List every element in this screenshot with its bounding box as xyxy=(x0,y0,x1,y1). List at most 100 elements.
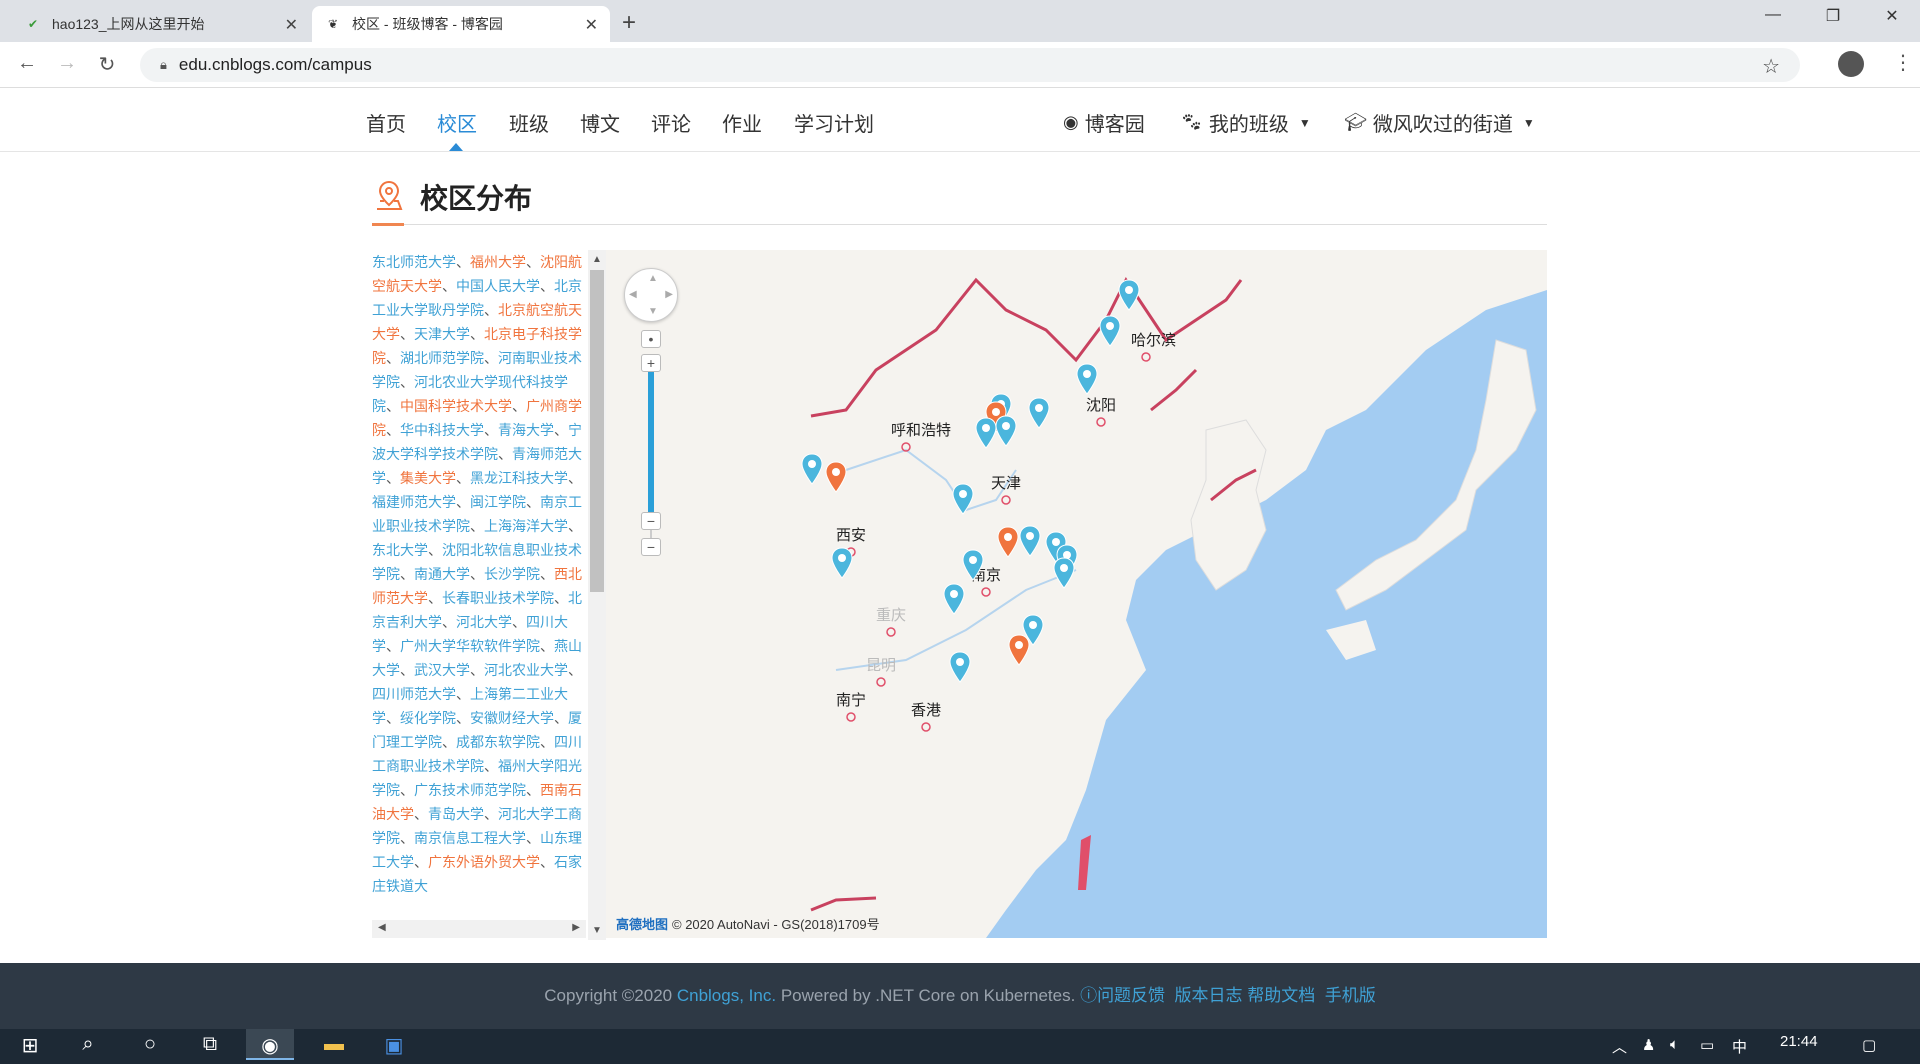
school-link[interactable]: 绥化学院 xyxy=(400,710,456,726)
map-pin-orange[interactable] xyxy=(825,461,847,493)
tab-hao123[interactable]: ✔ hao123_上网从这里开始 ✕ xyxy=(12,6,310,42)
school-link[interactable]: 广东技术师范学院 xyxy=(414,782,526,798)
school-link[interactable]: 安徽财经大学 xyxy=(470,710,554,726)
search-icon[interactable]: ⌕ xyxy=(64,1033,112,1056)
map-pin-blue[interactable] xyxy=(1118,279,1140,311)
school-link[interactable]: 东北大学 xyxy=(372,542,428,558)
nav-campus[interactable]: 校区 xyxy=(437,108,477,137)
map-pin-orange[interactable] xyxy=(1008,634,1030,666)
school-link[interactable]: 东北师范大学 xyxy=(372,254,456,270)
nav-my-class[interactable]: 🐾︎ 我的班级 ▼ xyxy=(1180,108,1311,137)
campus-map[interactable]: 哈尔滨 沈阳 呼和浩特 天津 西安 南京 南宁 香港 重庆 昆明 ▲ ▼ ◀ ▶ • + − − … xyxy=(606,250,1547,938)
bookmark-star-icon[interactable]: ☆ xyxy=(1762,54,1780,79)
nav-home[interactable]: 首页 xyxy=(366,108,406,137)
chrome-icon[interactable]: ◉ xyxy=(246,1029,294,1060)
cortana-icon[interactable]: ○ xyxy=(126,1033,174,1056)
school-list-hscrollbar[interactable]: ◀ ▶ xyxy=(372,920,586,938)
school-link[interactable]: 武汉大学 xyxy=(414,662,470,678)
windows-start-icon[interactable]: ⊞ xyxy=(6,1033,54,1058)
nav-homework[interactable]: 作业 xyxy=(722,108,762,137)
pan-right-icon[interactable]: ▶ xyxy=(665,289,673,300)
menu-kebab-icon[interactable]: ⋮ xyxy=(1893,50,1913,75)
forward-icon[interactable]: → xyxy=(52,52,82,75)
map-pin-blue[interactable] xyxy=(1099,315,1121,347)
footer-help-link[interactable]: 帮助文档 xyxy=(1247,986,1315,1005)
nav-study-plan[interactable]: 学习计划 xyxy=(794,108,874,137)
map-pan-control[interactable]: ▲ ▼ ◀ ▶ xyxy=(624,268,678,322)
pan-down-icon[interactable]: ▼ xyxy=(648,306,658,317)
map-pin-blue[interactable] xyxy=(831,547,853,579)
school-link[interactable]: 黑龙江科技大学 xyxy=(470,470,568,486)
tray-up-icon[interactable]: ︿ xyxy=(1612,1036,1627,1057)
ime-indicator[interactable]: 中 xyxy=(1732,1036,1747,1057)
school-link[interactable]: 广东外语外贸大学 xyxy=(428,854,540,870)
zoom-in-button[interactable]: + xyxy=(641,354,661,372)
nav-user[interactable]: 🎓︎ 微风吹过的街道 ▼ xyxy=(1344,108,1535,137)
map-pin-blue[interactable] xyxy=(949,651,971,683)
map-pin-blue[interactable] xyxy=(1019,525,1041,557)
school-link[interactable]: 南通大学 xyxy=(414,566,470,582)
school-link[interactable]: 长春职业技术学院 xyxy=(442,590,554,606)
back-icon[interactable]: ← xyxy=(12,52,42,75)
school-link[interactable]: 集美大学 xyxy=(400,470,456,486)
school-link[interactable]: 中国科学技术大学 xyxy=(400,398,512,414)
window-close-icon[interactable]: ✕ xyxy=(1872,6,1912,26)
battery-icon[interactable]: ▭ xyxy=(1700,1036,1714,1054)
footer-changelog-link[interactable]: 版本日志 xyxy=(1175,986,1243,1005)
map-pin-blue[interactable] xyxy=(801,453,823,485)
school-link[interactable]: 长沙学院 xyxy=(484,566,540,582)
file-explorer-icon[interactable]: ▬ xyxy=(310,1033,358,1056)
school-link[interactable]: 青岛大学 xyxy=(428,806,484,822)
school-link[interactable]: 湖北师范学院 xyxy=(400,350,484,366)
clock[interactable]: 21:44 xyxy=(1780,1033,1818,1050)
map-pin-blue[interactable] xyxy=(943,583,965,615)
tray-app-icon[interactable]: ♟ xyxy=(1642,1036,1655,1054)
school-link[interactable]: 四川师范大学 xyxy=(372,686,456,702)
notification-icon[interactable]: ▢ xyxy=(1862,1036,1876,1054)
map-pin-blue[interactable] xyxy=(1028,397,1050,429)
scrollbar-thumb[interactable] xyxy=(590,270,604,592)
profile-avatar-icon[interactable] xyxy=(1838,51,1864,77)
nav-cnblogs[interactable]: ◉ 博客园 xyxy=(1063,108,1145,137)
pan-up-icon[interactable]: ▲ xyxy=(648,273,658,284)
locate-icon[interactable]: • xyxy=(641,330,661,348)
close-tab-icon[interactable]: ✕ xyxy=(285,15,298,35)
app-icon[interactable]: ▣ xyxy=(370,1033,418,1058)
zoom-slider[interactable] xyxy=(648,372,654,512)
school-link[interactable]: 河北大学 xyxy=(456,614,512,630)
footer-mobile-link[interactable]: 手机版 xyxy=(1325,986,1376,1005)
pan-left-icon[interactable]: ◀ xyxy=(629,289,637,300)
url-input[interactable]: 🔒︎ edu.cnblogs.com/campus ☆ xyxy=(140,48,1800,82)
footer-company-link[interactable]: Cnblogs, Inc. xyxy=(677,986,776,1005)
school-link[interactable]: 闽江学院 xyxy=(470,494,526,510)
school-link[interactable]: 华中科技大学 xyxy=(400,422,484,438)
school-link[interactable]: 福建师范大学 xyxy=(372,494,456,510)
maximize-icon[interactable]: ❐ xyxy=(1813,6,1853,26)
scroll-left-icon[interactable]: ◀ xyxy=(378,922,386,933)
volume-icon[interactable]: 🔈︎ xyxy=(1670,1036,1679,1053)
scroll-down-icon[interactable]: ▼ xyxy=(592,925,602,936)
map-pin-blue[interactable] xyxy=(1076,363,1098,395)
nav-class[interactable]: 班级 xyxy=(509,108,549,137)
reload-icon[interactable]: ↻ xyxy=(92,52,122,77)
task-view-icon[interactable]: ⧉ xyxy=(186,1033,234,1056)
school-link[interactable]: 广州大学华软软件学院 xyxy=(400,638,540,654)
map-pin-blue[interactable] xyxy=(1053,557,1075,589)
map-canvas[interactable]: 哈尔滨沈阳呼和浩特天津西安南京南宁香港重庆昆明 xyxy=(606,250,1547,938)
zoom-slider-handle[interactable]: − xyxy=(641,512,661,530)
school-link[interactable]: 中国人民大学 xyxy=(456,278,540,294)
school-link[interactable]: 南京信息工程大学 xyxy=(414,830,526,846)
school-link[interactable]: 河北农业大学 xyxy=(484,662,568,678)
zoom-out-button[interactable]: − xyxy=(641,538,661,556)
new-tab-icon[interactable]: + xyxy=(622,9,636,37)
tab-campus[interactable]: ❦ 校区 - 班级博客 - 博客园 ✕ xyxy=(312,6,610,42)
school-link[interactable]: 上海海洋大学 xyxy=(484,518,568,534)
scroll-right-icon[interactable]: ▶ xyxy=(572,922,580,933)
school-link[interactable]: 天津大学 xyxy=(414,326,470,342)
scroll-up-icon[interactable]: ▲ xyxy=(592,254,602,265)
nav-comments[interactable]: 评论 xyxy=(651,108,691,137)
school-list-scrollbar[interactable]: ▲ ▼ xyxy=(588,250,606,940)
close-tab-icon[interactable]: ✕ xyxy=(585,15,598,35)
map-pin-blue[interactable] xyxy=(995,415,1017,447)
footer-feedback-link[interactable]: ⓘ问题反馈 xyxy=(1080,986,1165,1005)
